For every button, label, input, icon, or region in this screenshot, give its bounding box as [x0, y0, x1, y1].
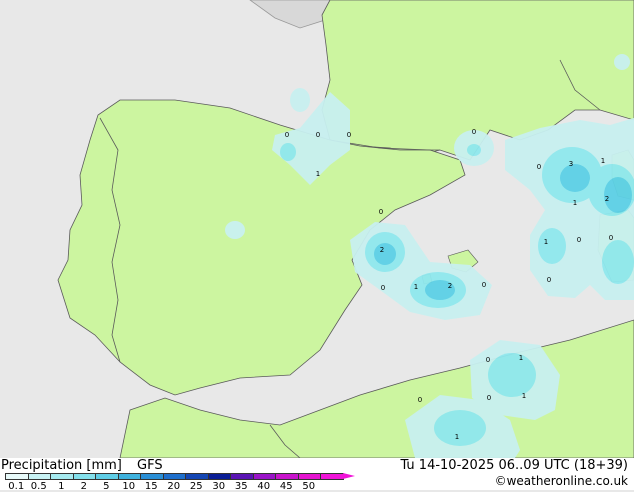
grid-value: 0: [379, 208, 383, 216]
grid-value: 2: [605, 195, 609, 203]
grid-value: 1: [414, 283, 418, 291]
color-scale-arrow: [342, 473, 355, 479]
grid-value: 1: [316, 170, 320, 178]
grid-value: 0: [285, 131, 289, 139]
color-scale-segment: [252, 473, 276, 480]
color-scale-segment: [5, 473, 29, 480]
model-name: GFS: [137, 458, 163, 473]
color-scale-label: 0.1: [8, 481, 25, 492]
color-scale-segment: [207, 473, 231, 480]
grid-value: 0: [381, 284, 385, 292]
color-scale-segment: [320, 473, 344, 480]
grid-value: 0: [609, 234, 613, 242]
color-scale-label: 1: [58, 481, 65, 492]
color-scale-label: 35: [234, 481, 248, 492]
color-scale-label: 25: [189, 481, 203, 492]
grid-value: 0: [482, 281, 486, 289]
grid-value: 0: [316, 131, 320, 139]
grid-value: 0: [537, 163, 541, 171]
grid-value: 1: [601, 157, 605, 165]
grid-value: 1: [522, 392, 526, 400]
color-scale-label: 2: [80, 481, 87, 492]
color-scale-segment: [50, 473, 74, 480]
grid-value: 0: [472, 128, 476, 136]
grid-value: 1: [455, 433, 459, 441]
grid-value: 3: [569, 160, 573, 168]
grid-value: 0: [547, 276, 551, 284]
grid-value: 1: [519, 354, 523, 362]
grid-value: 2: [448, 282, 452, 290]
color-scale-label: 40: [257, 481, 271, 492]
forecast-datetime: Tu 14-10-2025 06..09 UTC (18+39): [400, 458, 628, 473]
color-scale-segment: [95, 473, 119, 480]
color-scale-segment: [27, 473, 51, 480]
color-scale-segment: [230, 473, 254, 480]
color-scale-label: 5: [103, 481, 110, 492]
color-scale-segment: [162, 473, 186, 480]
map-title: Precipitation [mm]: [1, 458, 122, 473]
color-scale-segment: [72, 473, 96, 480]
color-scale-label: 45: [279, 481, 293, 492]
color-scale-segment: [275, 473, 299, 480]
color-scale-label: 20: [167, 481, 181, 492]
color-scale-segment: [140, 473, 164, 480]
grid-value: 0: [487, 394, 491, 402]
color-scale-label: 30: [212, 481, 226, 492]
precipitation-map: 0 0 0 1 0 0 2 0 1 2 0 0 3 1 2 1 0 0 1 0 …: [0, 0, 634, 458]
grid-value: 0: [347, 131, 351, 139]
color-scale-label: 0.5: [30, 481, 47, 492]
color-scale-segment: [297, 473, 321, 480]
color-scale-label: 15: [144, 481, 158, 492]
color-scale-label: 50: [302, 481, 316, 492]
credit-text: ©weatheronline.co.uk: [494, 474, 628, 488]
color-scale-segment: [117, 473, 141, 480]
grid-value: 0: [577, 236, 581, 244]
grid-value: 0: [486, 356, 490, 364]
color-scale-segment: [185, 473, 209, 480]
color-scale-label: 10: [122, 481, 136, 492]
grid-value: 1: [573, 199, 577, 207]
grid-value: 0: [418, 396, 422, 404]
grid-value: 1: [544, 238, 548, 246]
grid-value: 2: [380, 246, 384, 254]
